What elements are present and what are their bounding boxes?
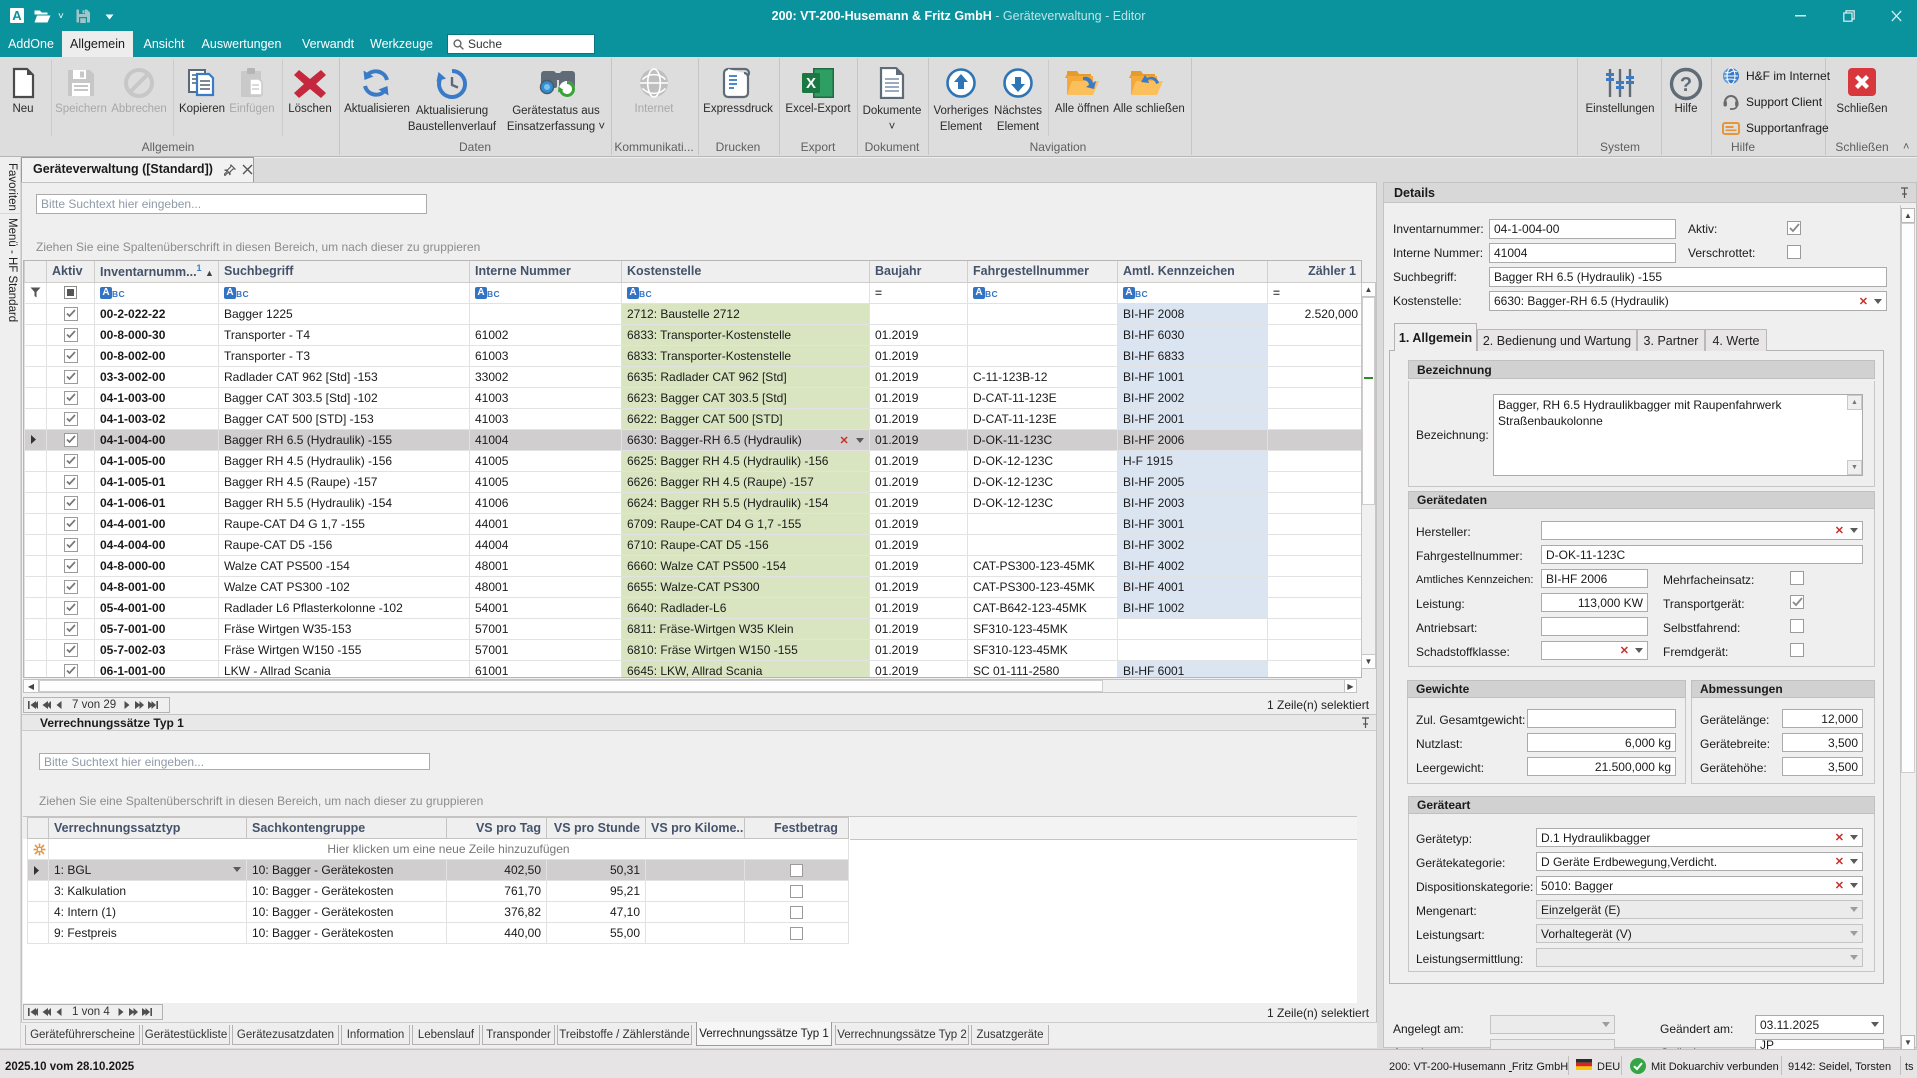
svg-text:X: X (806, 75, 816, 92)
svg-text:?: ? (1680, 74, 1692, 96)
